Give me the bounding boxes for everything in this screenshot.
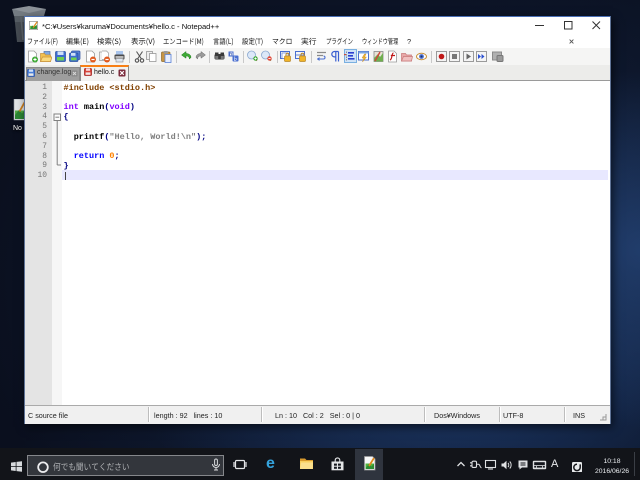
svg-text:b: b xyxy=(229,52,232,58)
svg-text:b: b xyxy=(234,57,237,63)
